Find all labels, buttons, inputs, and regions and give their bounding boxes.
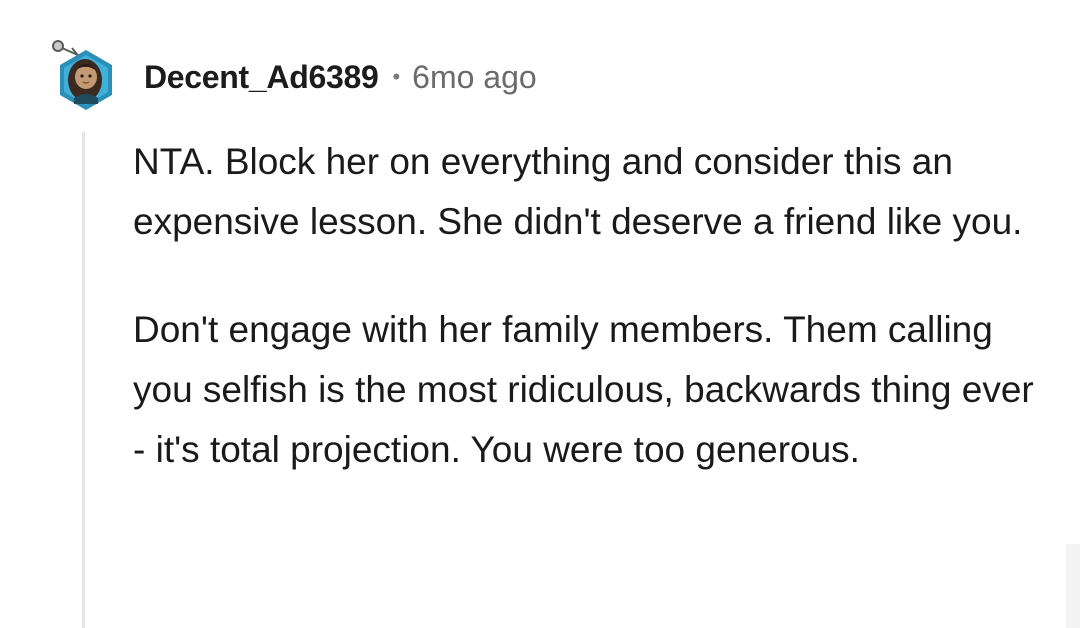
author-username[interactable]: Decent_Ad6389 [144,59,379,96]
thread-collapse-line[interactable] [82,132,85,628]
comment-body: NTA. Block her on everything and conside… [133,132,1053,480]
snoo-avatar-icon [52,40,112,110]
avatar[interactable] [50,38,116,116]
meta-separator: • [392,64,401,89]
comment-timestamp: 6mo ago [412,58,537,95]
comment-card: Decent_Ad6389 • 6mo ago NTA. Block her o… [0,0,1080,628]
comment-paragraph: NTA. Block her on everything and conside… [133,141,1023,242]
comment-header: Decent_Ad6389 • 6mo ago [50,38,537,116]
edge-shadow [1066,544,1080,628]
comment-paragraph: Don't engage with her family members. Th… [133,309,1034,470]
